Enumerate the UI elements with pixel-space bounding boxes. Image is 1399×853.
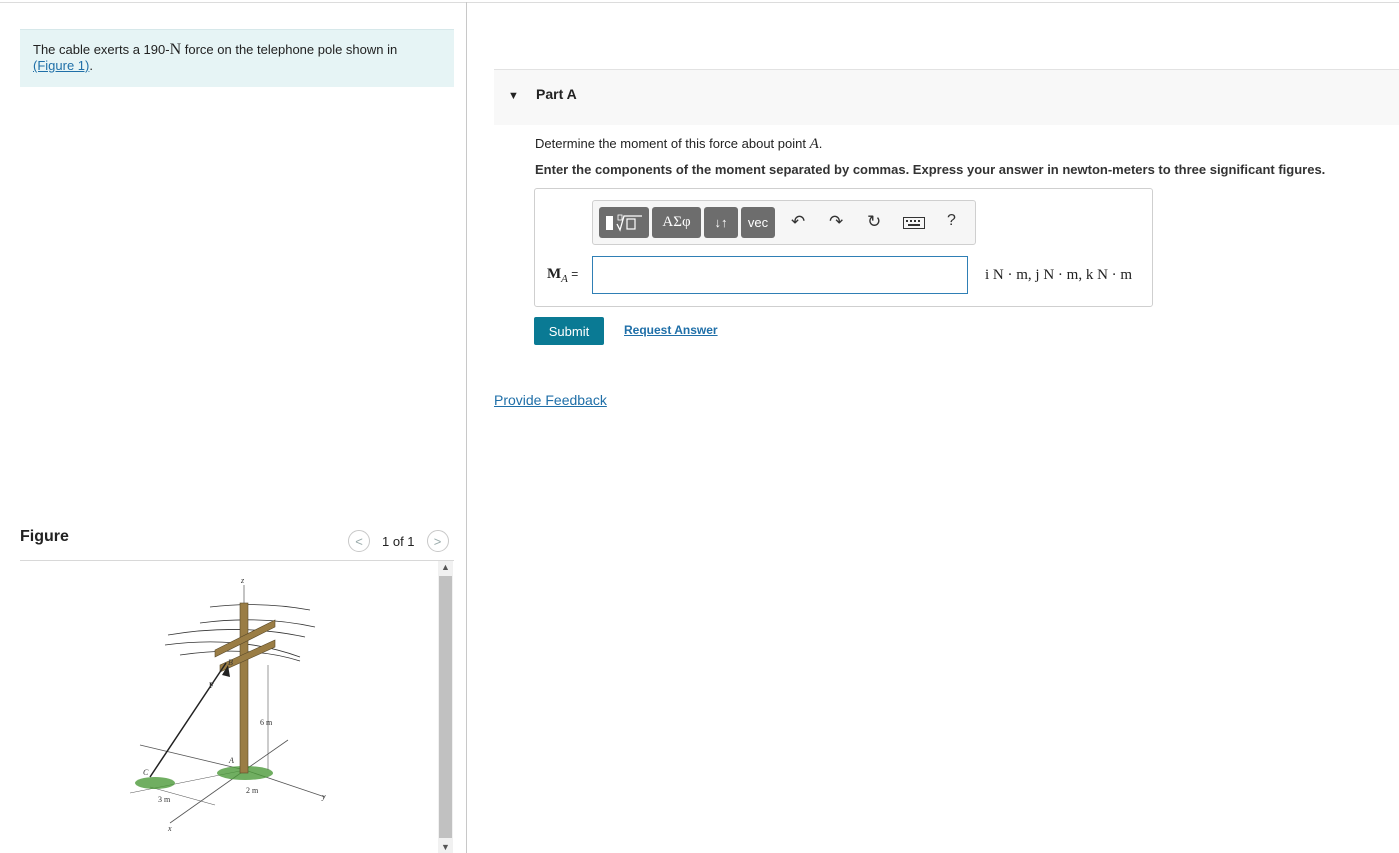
provide-feedback-link[interactable]: Provide Feedback (494, 392, 607, 408)
part-title: Part A (536, 86, 577, 102)
dimension-3m-label: 3 m (158, 795, 171, 804)
figure-next-button[interactable]: > (426, 530, 449, 552)
answer-units: i N · m, j N · m, k N · m (985, 267, 1133, 283)
sort-button[interactable]: ↓↑ (704, 207, 738, 238)
figure-link[interactable]: (Figure 1) (33, 58, 89, 73)
figure-divider (20, 560, 454, 561)
scroll-down-icon[interactable]: ▼ (438, 842, 453, 852)
vec-button[interactable]: vec (741, 207, 775, 238)
answer-instructions: Enter the components of the moment separ… (535, 162, 1326, 177)
pane-divider (466, 2, 467, 853)
problem-period: . (89, 58, 93, 73)
point-c-label: C (143, 768, 149, 777)
moment-subscript: A (561, 273, 568, 285)
chevron-left-icon: < (355, 533, 363, 549)
problem-text-after: force on the telephone pole shown in (181, 42, 398, 57)
scroll-up-icon[interactable]: ▲ (438, 562, 453, 572)
math-toolbar: ΑΣφ ↓↑ vec ↶ ↷ ↻ ? (592, 200, 976, 245)
axis-y-label: y (321, 792, 326, 801)
question-point: A (809, 136, 819, 152)
figure-scrollbar[interactable]: ▲ ▼ (438, 561, 453, 853)
help-button[interactable]: ? (947, 212, 956, 230)
point-b-label: B (228, 658, 233, 667)
moment-answer-input[interactable] (592, 256, 968, 294)
moment-symbol: M (547, 266, 562, 282)
question-text: Determine the moment of this force about… (535, 136, 822, 153)
keyboard-icon[interactable] (903, 217, 925, 229)
problem-text-before: The cable exerts a 190- (33, 42, 170, 57)
submit-button[interactable]: Submit (534, 317, 604, 345)
redo-icon[interactable]: ↷ (829, 212, 843, 232)
figure-pager: < 1 of 1 > (348, 529, 449, 553)
figure-page-count: 1 of 1 (382, 533, 415, 549)
undo-icon[interactable]: ↶ (791, 212, 805, 232)
collapse-triangle-icon[interactable]: ▼ (508, 90, 519, 102)
top-border (0, 2, 1399, 3)
point-a-label: A (228, 756, 234, 765)
chevron-right-icon: > (433, 533, 442, 549)
answer-area: ΑΣφ ↓↑ vec ↶ ↷ ↻ ? MA = i N · m, j N · m… (534, 188, 1153, 307)
part-a-header[interactable]: ▼ Part A (494, 69, 1399, 125)
dimension-2m-label: 2 m (246, 786, 259, 795)
dimension-6m-label: 6 m (260, 718, 273, 727)
greek-symbols-button[interactable]: ΑΣφ (652, 207, 701, 238)
telephone-pole-diagram: z y x B F A C 6 m 2 m 3 m (129, 576, 326, 833)
moment-label: MA = (547, 266, 578, 285)
scrollbar-thumb[interactable] (439, 576, 452, 838)
template-button[interactable] (599, 207, 649, 238)
moment-equals: = (567, 267, 579, 281)
problem-unit: N (169, 41, 182, 58)
template-radical-icon (606, 214, 642, 232)
axis-z-label: z (240, 576, 245, 585)
axis-x-label: x (167, 824, 172, 833)
figure-heading: Figure (20, 528, 69, 545)
force-f-label: F (209, 681, 214, 690)
question-prefix: Determine the moment of this force about… (535, 136, 810, 151)
reset-icon[interactable]: ↻ (867, 212, 881, 232)
figure-prev-button[interactable]: < (348, 530, 370, 552)
problem-statement: The cable exerts a 190-N force on the te… (20, 29, 454, 87)
question-suffix: . (818, 136, 823, 151)
request-answer-link[interactable]: Request Answer (624, 323, 718, 337)
